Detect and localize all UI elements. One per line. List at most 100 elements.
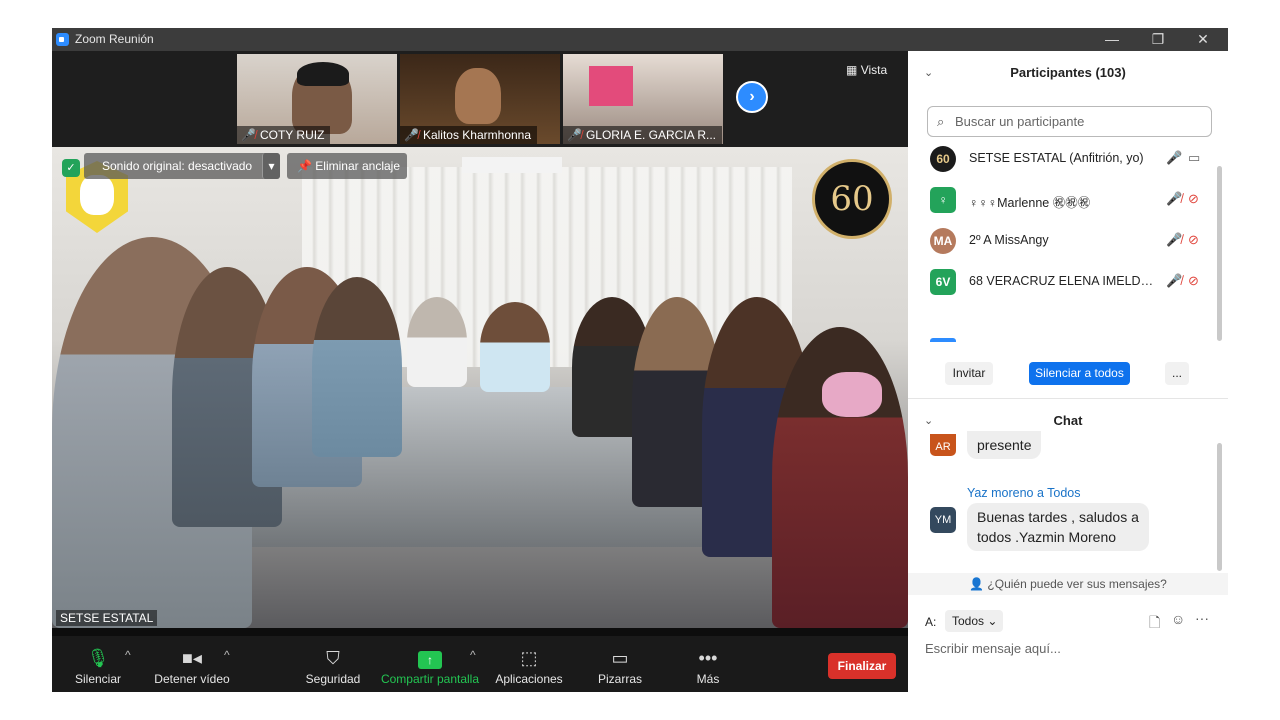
- view-button[interactable]: ▦ Vista: [846, 63, 887, 77]
- mic-muted-icon: 🎤̸: [404, 128, 419, 142]
- file-icon[interactable]: 🗋: [1149, 612, 1160, 636]
- meeting-toolbar: 🎙 Silenciar ^ ■◂ Detener vídeo ^ ⛉ Segur…: [52, 636, 908, 692]
- apps-button[interactable]: ⬚ Aplicaciones: [492, 636, 566, 692]
- participant-avatar-partial: [930, 338, 956, 342]
- pin-icon: 📌: [297, 159, 312, 173]
- participant-thumbnail[interactable]: 🎤̸ GLORIA E. GARCIA R...: [563, 54, 723, 144]
- chat-header: ⌄ Chat: [908, 401, 1228, 441]
- chat-message: Buenas tardes , saludos a todos .Yazmin …: [967, 503, 1149, 551]
- more-dots-icon: •••: [698, 648, 718, 668]
- participant-row[interactable]: MA 2º A MissAngy 🎤̸ ⊘: [908, 221, 1218, 262]
- participant-name: 68 VERACRUZ ELENA IMELDA ...: [969, 274, 1157, 288]
- participant-face: [455, 68, 501, 124]
- window-title: Zoom Reunión: [75, 32, 154, 46]
- share-screen-button[interactable]: ↑ Compartir pantalla: [380, 636, 480, 692]
- chat-message: presente: [967, 431, 1042, 459]
- people-icon: 👤: [969, 577, 985, 591]
- video-off-icon[interactable]: ⊘: [1188, 232, 1199, 248]
- stop-video-button[interactable]: ■◂ Detener vídeo: [152, 636, 232, 692]
- thumbnail-name-tag: 🎤̸ Kalitos Kharmhonna: [400, 126, 538, 144]
- video-off-icon[interactable]: ⊘: [1188, 191, 1199, 207]
- thumbnail-name-tag: 🎤̸ COTY RUIZ: [237, 126, 331, 144]
- participant-avatar: 60: [930, 146, 956, 172]
- video-off-icon[interactable]: ⊘: [1188, 273, 1199, 289]
- participant-row[interactable]: 6V 68 VERACRUZ ELENA IMELDA ... 🎤̸ ⊘: [908, 262, 1218, 303]
- more-dots-icon[interactable]: ···: [1195, 610, 1209, 626]
- emoji-icon[interactable]: ☺: [1171, 611, 1185, 627]
- mic-muted-icon: 🎤̸: [241, 128, 256, 142]
- end-meeting-button[interactable]: Finalizar: [828, 653, 896, 679]
- microphone-icon: 🎙: [86, 648, 110, 668]
- chat-scrollbar[interactable]: [1217, 443, 1222, 571]
- zoom-window: Zoom Reunión — ❐ ✕ 🎤̸ COTY RUIZ 🎤̸ Kalitos…: [52, 28, 1228, 692]
- wall-painting: [589, 66, 633, 106]
- video-camera-icon[interactable]: ▭: [1188, 150, 1200, 166]
- mic-muted-icon[interactable]: 🎤̸: [1166, 273, 1182, 289]
- chat-avatar: AR: [930, 434, 956, 456]
- minimize-button[interactable]: —: [1089, 28, 1135, 51]
- participant-name: ♀♀♀Marlenne ㊗㊗㊗: [969, 196, 1091, 210]
- thumbnail-name-tag: 🎤̸ GLORIA E. GARCIA R...: [563, 126, 722, 144]
- participant-thumbnail[interactable]: 🎤̸ COTY RUIZ: [237, 54, 397, 144]
- speaker-name-tag: SETSE ESTATAL: [56, 610, 158, 626]
- whiteboards-button[interactable]: ▭ Pizarras: [592, 636, 648, 692]
- participant-thumbnail[interactable]: 🎤̸ Kalitos Kharmhonna: [400, 54, 560, 144]
- participant-avatar: ♀: [930, 187, 956, 213]
- mute-button[interactable]: 🎙 Silenciar: [70, 636, 126, 692]
- air-conditioner: [462, 157, 562, 173]
- participants-scrollbar[interactable]: [1217, 166, 1222, 341]
- video-camera-icon: ■◂: [182, 648, 202, 668]
- side-panel: ⌄ Participantes (103) ⌕ Buscar un partic…: [908, 51, 1228, 692]
- search-icon: ⌕: [937, 114, 945, 129]
- zoom-app-icon: [56, 33, 69, 46]
- shield-icon: ⛉: [326, 648, 340, 668]
- participant-row[interactable]: ♀ ♀♀♀Marlenne ㊗㊗㊗ 🎤̸ ⊘: [908, 180, 1218, 221]
- video-options-caret[interactable]: ^: [224, 648, 230, 662]
- collapse-chevron-icon[interactable]: ⌄: [924, 53, 933, 93]
- chat-recipient-dropdown[interactable]: Todos ⌄: [945, 610, 1003, 632]
- mic-muted-icon[interactable]: 🎤̸: [1166, 232, 1182, 248]
- chevron-down-icon: ▾: [268, 159, 275, 173]
- video-area: 🎤̸ COTY RUIZ 🎤̸ Kalitos Kharmhonna 🎤̸ GLORI…: [52, 51, 908, 636]
- grid-icon: ▦: [846, 63, 858, 77]
- more-button[interactable]: ••• Más: [688, 636, 728, 692]
- participant-avatar: MA: [930, 228, 956, 254]
- attendee: [407, 297, 467, 387]
- mute-all-button[interactable]: Silenciar a todos: [1029, 362, 1130, 385]
- thumbnail-strip: 🎤̸ COTY RUIZ 🎤̸ Kalitos Kharmhonna 🎤̸ GLORI…: [52, 51, 908, 147]
- invite-button[interactable]: Invitar: [945, 362, 993, 385]
- chat-avatar: YM: [930, 507, 956, 533]
- chevron-down-icon: ⌄: [987, 614, 998, 628]
- participants-header: ⌄ Participantes (103): [908, 53, 1228, 93]
- audio-options-caret[interactable]: ^: [125, 648, 131, 662]
- attendee: [312, 277, 402, 457]
- whiteboard-icon: ▭: [611, 648, 629, 668]
- restore-button[interactable]: ❐: [1135, 28, 1181, 51]
- original-sound-dropdown[interactable]: ▾: [262, 153, 280, 179]
- close-button[interactable]: ✕: [1180, 28, 1226, 51]
- title-bar: Zoom Reunión — ❐ ✕: [52, 28, 1228, 51]
- next-page-button[interactable]: ›: [736, 81, 768, 113]
- participants-more-button[interactable]: ...: [1165, 362, 1189, 385]
- share-screen-icon: ↑: [380, 644, 480, 672]
- participant-search-input[interactable]: ⌕ Buscar un participante: [927, 106, 1212, 137]
- unpin-button[interactable]: 📌 Eliminar anclaje: [287, 153, 407, 179]
- microphone-icon[interactable]: 🎤: [1166, 150, 1182, 166]
- chat-message-input[interactable]: Escribir mensaje aquí...: [925, 641, 1215, 661]
- chat-visibility-notice[interactable]: 👤 ¿Quién puede ver sus mensajes?: [908, 573, 1228, 595]
- participant-row[interactable]: 60 SETSE ESTATAL (Anfitrión, yo) 🎤 ▭: [908, 139, 1218, 180]
- mic-muted-icon[interactable]: 🎤̸: [1166, 191, 1182, 207]
- share-options-caret[interactable]: ^: [470, 648, 476, 662]
- active-speaker-video: 60 ✓ Sonido original: desactivado ▾ 📌 El…: [52, 147, 908, 628]
- participant-name: 2º A MissAngy: [969, 233, 1049, 247]
- security-shield-icon: ✓: [62, 159, 80, 177]
- section-divider: [908, 398, 1228, 399]
- participant-avatar: 6V: [930, 269, 956, 295]
- original-sound-toggle[interactable]: Sonido original: desactivado: [84, 153, 280, 179]
- security-button[interactable]: ⛉ Seguridad: [302, 636, 364, 692]
- mic-muted-icon: 🎤̸: [567, 128, 582, 142]
- participant-hair: [297, 62, 349, 86]
- participant-name: SETSE ESTATAL (Anfitrión, yo): [969, 151, 1144, 165]
- apps-icon: ⬚: [520, 648, 538, 668]
- pink-face-mask: [822, 372, 882, 417]
